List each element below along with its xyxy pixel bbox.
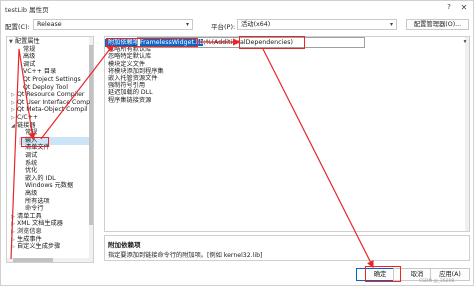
tree-item-label: 清单工具 bbox=[17, 212, 42, 220]
value-rest: ;%(AdditionalDependencies) bbox=[203, 39, 293, 46]
property-grid[interactable]: 附加依赖项 忽略所有默认库 忽略特定默认库 模块定义文件 将模块添加到程序集 嵌入托管资源… bbox=[104, 36, 470, 232]
property-tree[interactable]: ▼ 配置属性 常规 高级 调试 VC++ 目录 Qt Project Settings Qt … bbox=[6, 36, 94, 263]
tree-item[interactable]: ▷ 自定义生成步骤 bbox=[11, 243, 89, 251]
description-title: 附加依赖项 bbox=[108, 241, 141, 249]
tree-item-label: 链接器 bbox=[17, 121, 36, 129]
tree-item-label: 输入 bbox=[25, 136, 38, 144]
tree-scroll-thumb[interactable] bbox=[89, 45, 93, 225]
window-title: testLib 属性页 bbox=[5, 6, 49, 14]
tree-item-label: 常规 bbox=[23, 45, 36, 53]
platform-select[interactable]: 活动(x64) ▾ bbox=[237, 19, 397, 30]
tree-item-label: 常规 bbox=[25, 129, 38, 137]
tree-item-label: 生成事件 bbox=[17, 235, 42, 243]
tree-item-label: 自定义生成步骤 bbox=[17, 243, 61, 251]
dropdown-arrow-icon[interactable]: ▾ bbox=[461, 38, 469, 47]
tree-item-label: Qt Deploy Tool bbox=[23, 83, 68, 91]
value-highlight: FramelessWidget.lib bbox=[140, 39, 204, 46]
property-pages-window: testLib 属性页 ? ✕ 配置(C): Release ▾ 平台(P): … bbox=[0, 0, 474, 286]
tree-horizontal-scrollbar[interactable] bbox=[7, 258, 93, 262]
chevron-down-icon: ▾ bbox=[185, 21, 189, 28]
config-label: 配置(C): bbox=[5, 23, 30, 31]
config-select[interactable]: Release ▾ bbox=[33, 19, 193, 30]
watermark: CSDN @_26208 bbox=[419, 279, 455, 284]
tree-item-label: 系统 bbox=[25, 159, 38, 167]
tree-item-label: 配置属性 bbox=[15, 38, 40, 45]
config-manager-button[interactable]: 配置管理器(O)... bbox=[406, 19, 469, 30]
close-button[interactable]: ✕ bbox=[458, 2, 470, 13]
tree-item-label: Qt Resource Compiler bbox=[17, 91, 85, 99]
tree-item-label: 浏览信息 bbox=[17, 228, 42, 235]
description-text: 指定要添加到链接命令行的附加项。[例如 kernel32.lib] bbox=[108, 252, 263, 259]
tree-item-label: XML 文档生成器 bbox=[17, 220, 63, 228]
tree-hscroll-thumb[interactable] bbox=[13, 258, 53, 262]
description-panel: 附加依赖项 指定要添加到链接命令行的附加项。[例如 kernel32.lib] bbox=[104, 235, 470, 261]
tree-item-label: Qt Project Settings bbox=[23, 76, 81, 83]
help-button[interactable]: ? bbox=[444, 2, 454, 13]
tree-item-label: Qt User Interface Comp bbox=[17, 98, 91, 106]
platform-value: 活动(x64) bbox=[241, 21, 271, 28]
tree-item-label: 优化 bbox=[25, 167, 38, 175]
tree-item-label: 嵌入的 IDL bbox=[25, 174, 56, 182]
tree-vertical-scrollbar[interactable] bbox=[89, 37, 93, 262]
tree-item-label: 所有选项 bbox=[25, 197, 50, 205]
tree-item-label: C/C++ bbox=[17, 114, 39, 121]
property-name: 程序集链接资源 bbox=[108, 96, 152, 104]
tree-item-label: VC++ 目录 bbox=[23, 68, 57, 76]
tree-item-label: 高级 bbox=[23, 53, 36, 61]
tree-item-label: 命令行 bbox=[25, 205, 44, 213]
config-toolbar: 配置(C): Release ▾ 平台(P): 活动(x64) ▾ 配置管理器(… bbox=[1, 18, 474, 32]
tree-item-label: Qt Meta-Object Compil bbox=[17, 106, 88, 114]
tree-item-label: Windows 元数据 bbox=[25, 182, 74, 190]
config-value: Release bbox=[37, 21, 62, 28]
tree-item-label: 调试 bbox=[25, 152, 38, 159]
tree-item-label: 清单文件 bbox=[25, 144, 50, 152]
title-bar: testLib 属性页 ? ✕ bbox=[1, 1, 474, 15]
property-row[interactable]: 程序集链接资源 bbox=[105, 96, 469, 105]
tree-item-label: 调试 bbox=[23, 60, 36, 68]
additional-dependencies-input[interactable]: FramelessWidget.lib;%(AdditionalDependen… bbox=[137, 37, 365, 48]
platform-label: 平台(P): bbox=[211, 23, 236, 31]
chevron-down-icon: ▾ bbox=[389, 21, 393, 28]
tree-item-label: 高级 bbox=[25, 190, 38, 197]
